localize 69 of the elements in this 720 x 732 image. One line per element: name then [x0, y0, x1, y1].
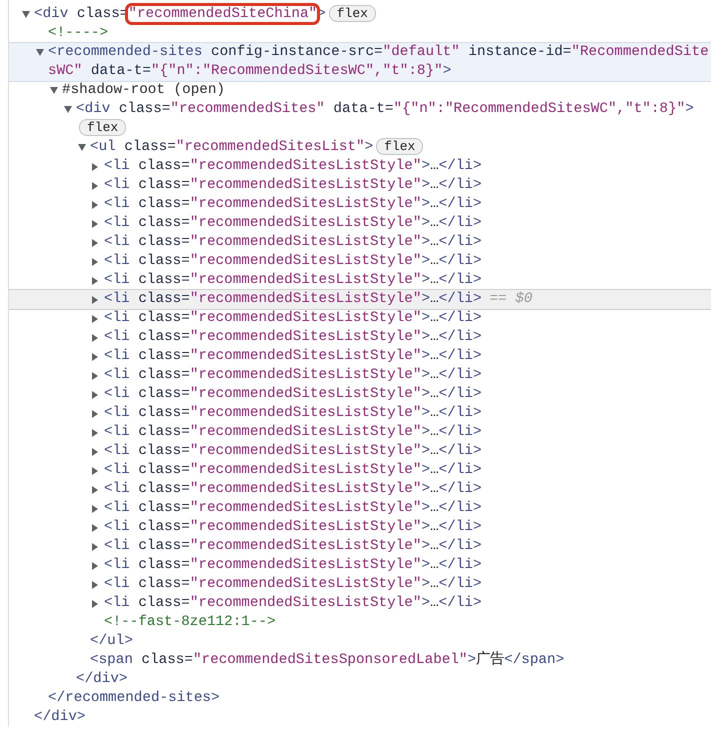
code-line: <span class="recommendedSitesSponsoredLabel">广告</span> [90, 652, 564, 668]
tree-row[interactable]: <li class="recommendedSitesListStyle">…</li> [9, 556, 711, 575]
code-line: <li class="recommendedSitesListStyle">…</li> [104, 310, 482, 326]
code-line: </div> [34, 709, 86, 725]
code-line: <li class="recommendedSitesListStyle">…</li> [104, 215, 482, 231]
tree-row[interactable]: <li class="recommendedSitesListStyle">…</li> [9, 328, 711, 347]
selected-row[interactable]: <li class="recommendedSitesListStyle">…</li> == $0 [9, 289, 711, 310]
tree-row[interactable]: <li class="recommendedSitesListStyle">…</li> [9, 442, 711, 461]
code-line: <li class="recommendedSitesListStyle">…</li> [104, 405, 482, 421]
code-line: <li class="recommendedSitesListStyle">…</li> [104, 158, 482, 174]
tree-row[interactable]: <li class="recommendedSitesListStyle">…</li> [9, 404, 711, 423]
tree-row[interactable]: <li class="recommendedSitesListStyle">…</li> [9, 252, 711, 271]
tree-row[interactable]: <ul class="recommendedSitesList"> flex [9, 138, 711, 157]
tree-row[interactable]: <li class="recommendedSitesListStyle">…</li> [9, 499, 711, 518]
layout-badge[interactable]: flex [376, 138, 424, 155]
tree-row[interactable]: <li class="recommendedSitesListStyle">…</li> [9, 233, 711, 252]
code-line: #shadow-root (open) [62, 82, 226, 98]
tree-row[interactable]: <!--fast-8ze112:1--> [9, 613, 711, 632]
code-line: <li class="recommendedSitesListStyle">…</li> [104, 272, 482, 288]
code-line: <li class="recommendedSitesListStyle">…</li> [104, 177, 482, 193]
tree-row[interactable]: <li class="recommendedSitesListStyle">…</li> [9, 518, 711, 537]
code-line: <li class="recommendedSitesListStyle">…</li> [104, 519, 482, 535]
code-line: </ul> [90, 633, 133, 649]
code-line: <li class="recommendedSitesListStyle">…</li> [104, 443, 482, 459]
tree-row[interactable]: <li class="recommendedSitesListStyle">…</li> [9, 461, 711, 480]
hovered-row[interactable]: <recommended-sites config-instance-src="default" instance-id="RecommendedSitesWC" data-t="{"n":"RecommendedSitesWC","t":8}"> [9, 42, 711, 82]
tree-row[interactable]: <li class="recommendedSitesListStyle">…</li> [9, 480, 711, 499]
code-line: <li class="recommendedSitesListStyle">…</li> [104, 557, 482, 573]
tree-row[interactable]: #shadow-root (open) [9, 81, 711, 100]
tree-row[interactable]: <li class="recommendedSitesListStyle">…</li> [9, 347, 711, 366]
code-line: <li class="recommendedSitesListStyle">…</li> [104, 500, 482, 516]
tree-row[interactable]: <li class="recommendedSitesListStyle">…</li> [9, 366, 711, 385]
tree-row[interactable]: <li class="recommendedSitesListStyle">…</li> [9, 594, 711, 613]
code-line: <li class="recommendedSitesListStyle">…</li> [104, 538, 482, 554]
code-line: </div> [76, 671, 128, 687]
tree-row[interactable]: <li class="recommendedSitesListStyle">…</li> [9, 309, 711, 328]
code-line: </recommended-sites> [48, 690, 220, 706]
code-line: <!--fast-8ze112:1--> [104, 614, 276, 630]
selected-node-marker: == $0 [490, 291, 532, 307]
code-line: <li class="recommendedSitesListStyle">…</li> [104, 367, 482, 383]
code-line: <li class="recommendedSitesListStyle">…</li> [104, 291, 482, 307]
tree-row[interactable]: <li class="recommendedSitesListStyle">…</li> [9, 385, 711, 404]
code-line: <li class="recommendedSitesListStyle">…</li> [104, 234, 482, 250]
tree-row[interactable]: <li class="recommendedSitesListStyle">…</li> [9, 195, 711, 214]
code-line: <!----> [48, 25, 108, 41]
code-line: <li class="recommendedSitesListStyle">…</li> [104, 481, 482, 497]
tree-row[interactable]: <li class="recommendedSitesListStyle">…</li> [9, 575, 711, 594]
code-line: <li class="recommendedSitesListStyle">…</li> [104, 424, 482, 440]
layout-badge[interactable]: flex [79, 119, 126, 136]
tree-row[interactable]: <li class="recommendedSitesListStyle">…</li> [9, 423, 711, 442]
tree-row[interactable]: <li class="recommendedSitesListStyle">…</li> [9, 537, 711, 556]
code-line: <div class="recommendedSites" data-t="{"n":"RecommendedSitesWC","t":8}"> [76, 101, 694, 117]
code-line: <li class="recommendedSitesListStyle">…</li> [104, 576, 482, 592]
layout-badge[interactable]: flex [328, 5, 376, 22]
code-line: <li class="recommendedSitesListStyle">…</li> [104, 329, 482, 345]
code-line: <li class="recommendedSitesListStyle">…</li> [104, 386, 482, 402]
tree-row[interactable]: <li class="recommendedSitesListStyle">…</li> [9, 214, 711, 233]
tree-row[interactable]: <li class="recommendedSitesListStyle">…</li> [9, 271, 711, 290]
code-line: <li class="recommendedSitesListStyle">…</li> [104, 196, 482, 212]
tree-row[interactable]: <li class="recommendedSitesListStyle">…</li> [9, 157, 711, 176]
code-line: <recommended-sites config-instance-src="default" instance-id="RecommendedSitesWC" data-t="{"n":"RecommendedSitesWC","t":8}"> [48, 44, 709, 79]
code-line: <li class="recommendedSitesListStyle">…</li> [104, 348, 482, 364]
code-line: <ul class="recommendedSitesList"> [90, 139, 374, 155]
tree-row[interactable]: <span class="recommendedSitesSponsoredLabel">广告</span> [9, 651, 711, 670]
tree-row[interactable]: <!----> [9, 24, 711, 43]
tree-row[interactable]: <li class="recommendedSitesListStyle">…</li> [9, 176, 711, 195]
code-line: <li class="recommendedSitesListStyle">…</li> [104, 595, 482, 611]
code-line: <li class="recommendedSitesListStyle">…</li> [104, 253, 482, 269]
code-line: <li class="recommendedSitesListStyle">…</li> [104, 462, 482, 478]
